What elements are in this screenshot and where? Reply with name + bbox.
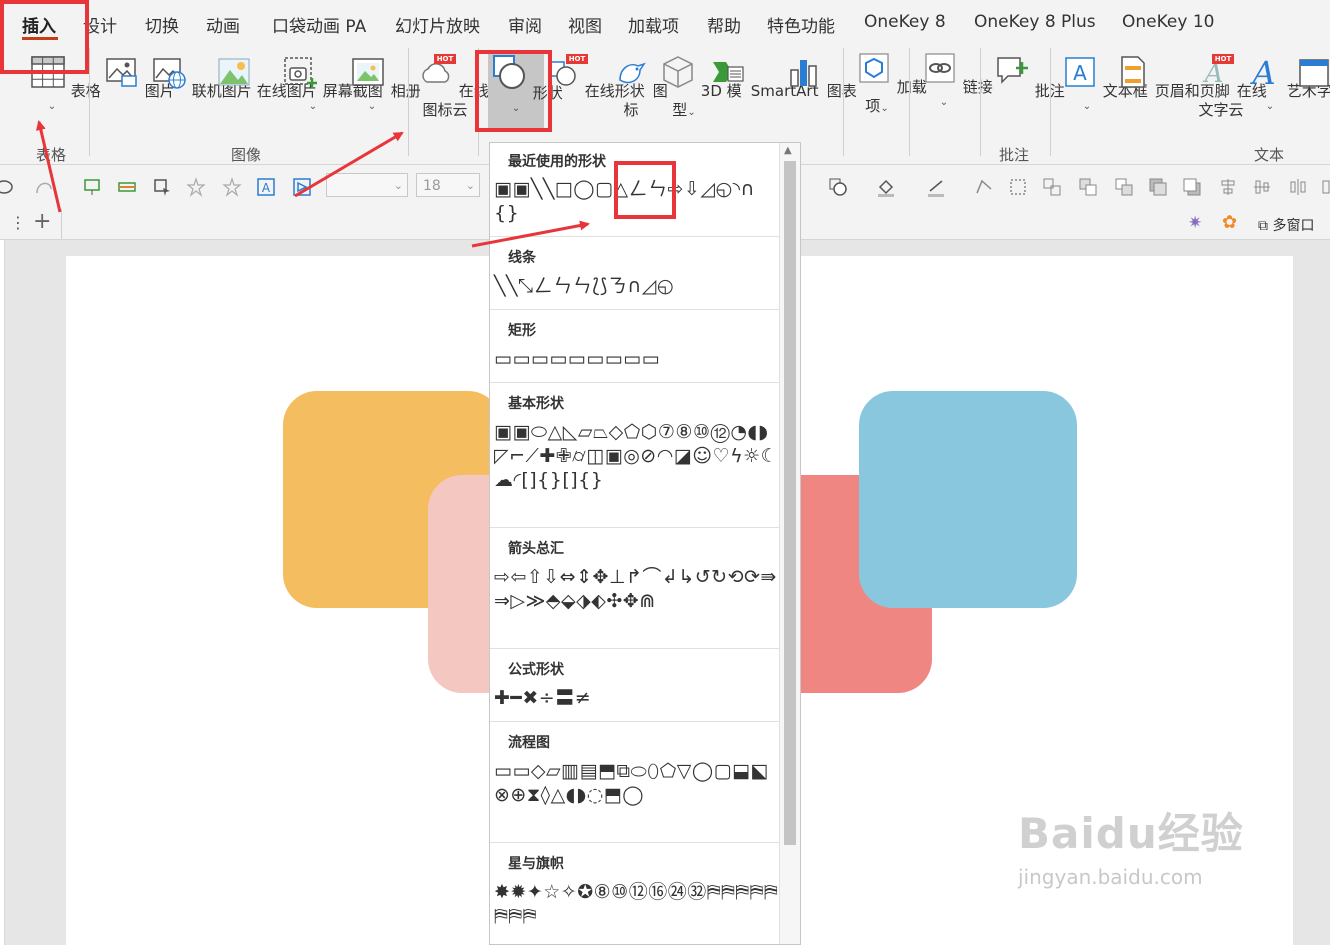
watermark-brand: Baidu经验	[1018, 809, 1244, 858]
baidu-watermark: Baidu经验 jingyan.baidu.com	[1018, 800, 1278, 930]
arrow-to-table	[35, 120, 62, 213]
arrow-to-icon-cloud	[294, 131, 404, 198]
arrow-to-recent-shape	[471, 220, 590, 248]
watermark-url: jingyan.baidu.com	[1018, 865, 1203, 889]
